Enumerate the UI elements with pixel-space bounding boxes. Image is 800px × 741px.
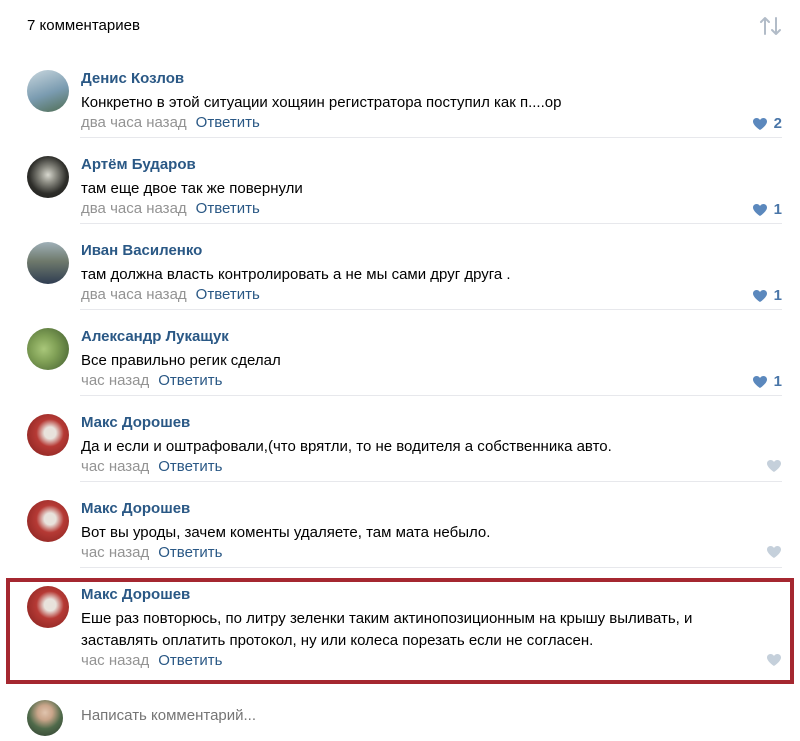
- like-button[interactable]: 1: [752, 373, 782, 390]
- comment-text: Конкретно в этой ситуации хощяин регистр…: [81, 94, 562, 111]
- comment-meta: два часа назад Ответить: [81, 286, 260, 303]
- comment-item: Александр Лукащук Все правильно регик сд…: [0, 310, 800, 396]
- reply-button[interactable]: Ответить: [196, 200, 260, 217]
- comment-time[interactable]: час назад: [81, 372, 149, 389]
- comment-text: там должна власть контролировать а не мы…: [81, 266, 511, 283]
- heart-icon: [752, 375, 767, 388]
- comment-list: Денис Козлов Конкретно в этой ситуации х…: [0, 52, 800, 676]
- comment-item-highlighted: Макс Дорошев Еше раз повторюсь, по литру…: [0, 568, 800, 676]
- heart-outline-icon: [767, 460, 781, 472]
- like-button[interactable]: [766, 459, 782, 473]
- avatar[interactable]: [27, 414, 69, 456]
- reply-button[interactable]: Ответить: [158, 458, 222, 475]
- comments-header: 7 комментариев: [0, 0, 800, 52]
- comment-text: там еще двое так же повернули: [81, 180, 303, 197]
- comments-count: 7 комментариев: [27, 17, 140, 34]
- heart-icon: [752, 203, 767, 216]
- comment-meta: час назад Ответить: [81, 458, 222, 475]
- avatar[interactable]: [27, 242, 69, 284]
- like-button[interactable]: 1: [752, 287, 782, 304]
- comment-time[interactable]: два часа назад: [81, 114, 187, 131]
- avatar[interactable]: [27, 328, 69, 370]
- comment-author[interactable]: Александр Лукащук: [81, 328, 229, 345]
- heart-outline-icon: [767, 654, 781, 666]
- like-button[interactable]: [766, 653, 782, 667]
- like-button[interactable]: [766, 545, 782, 559]
- comment-time[interactable]: два часа назад: [81, 286, 187, 303]
- avatar[interactable]: [27, 70, 69, 112]
- reply-button[interactable]: Ответить: [158, 372, 222, 389]
- like-button[interactable]: 2: [752, 115, 782, 132]
- reply-button[interactable]: Ответить: [196, 286, 260, 303]
- like-count: 2: [773, 115, 782, 132]
- comment-meta: два часа назад Ответить: [81, 114, 260, 131]
- comment-item: Макс Дорошев Да и если и оштрафовали,(чт…: [0, 396, 800, 482]
- reply-button[interactable]: Ответить: [158, 652, 222, 669]
- comment-meta: два часа назад Ответить: [81, 200, 260, 217]
- heart-icon: [752, 117, 767, 130]
- comment-composer: [0, 688, 800, 741]
- comment-text: Все правильно регик сделал: [81, 352, 281, 369]
- sort-icon[interactable]: [758, 14, 784, 38]
- avatar[interactable]: [27, 156, 69, 198]
- comment-item: Иван Василенко там должна власть контрол…: [0, 224, 800, 310]
- comment-author[interactable]: Макс Дорошев: [81, 500, 190, 517]
- comment-time[interactable]: час назад: [81, 652, 149, 669]
- comment-item: Артём Бударов там еще двое так же поверн…: [0, 138, 800, 224]
- my-avatar[interactable]: [27, 700, 63, 736]
- comment-author[interactable]: Иван Василенко: [81, 242, 202, 259]
- reply-button[interactable]: Ответить: [196, 114, 260, 131]
- heart-outline-icon: [767, 546, 781, 558]
- comment-input[interactable]: [81, 707, 581, 724]
- comment-author[interactable]: Макс Дорошев: [81, 414, 190, 431]
- comment-meta: час назад Ответить: [81, 544, 222, 561]
- comment-text: Вот вы уроды, зачем коменты удаляете, та…: [81, 524, 491, 541]
- comment-item: Макс Дорошев Вот вы уроды, зачем коменты…: [0, 482, 800, 568]
- comment-author[interactable]: Артём Бударов: [81, 156, 196, 173]
- comment-author[interactable]: Макс Дорошев: [81, 586, 190, 603]
- avatar[interactable]: [27, 500, 69, 542]
- like-count: 1: [773, 373, 782, 390]
- like-button[interactable]: 1: [752, 201, 782, 218]
- comment-author[interactable]: Денис Козлов: [81, 70, 184, 87]
- reply-button[interactable]: Ответить: [158, 544, 222, 561]
- comment-time[interactable]: час назад: [81, 544, 149, 561]
- heart-icon: [752, 289, 767, 302]
- comment-text: Да и если и оштрафовали,(что врятли, то …: [81, 438, 612, 455]
- comment-time[interactable]: час назад: [81, 458, 149, 475]
- avatar[interactable]: [27, 586, 69, 628]
- comment-meta: час назад Ответить: [81, 652, 222, 669]
- comment-text: Еше раз повторюсь, по литру зеленки таки…: [81, 610, 693, 649]
- like-count: 1: [773, 201, 782, 218]
- comment-time[interactable]: два часа назад: [81, 200, 187, 217]
- like-count: 1: [773, 287, 782, 304]
- comment-item: Денис Козлов Конкретно в этой ситуации х…: [0, 52, 800, 138]
- comment-meta: час назад Ответить: [81, 372, 222, 389]
